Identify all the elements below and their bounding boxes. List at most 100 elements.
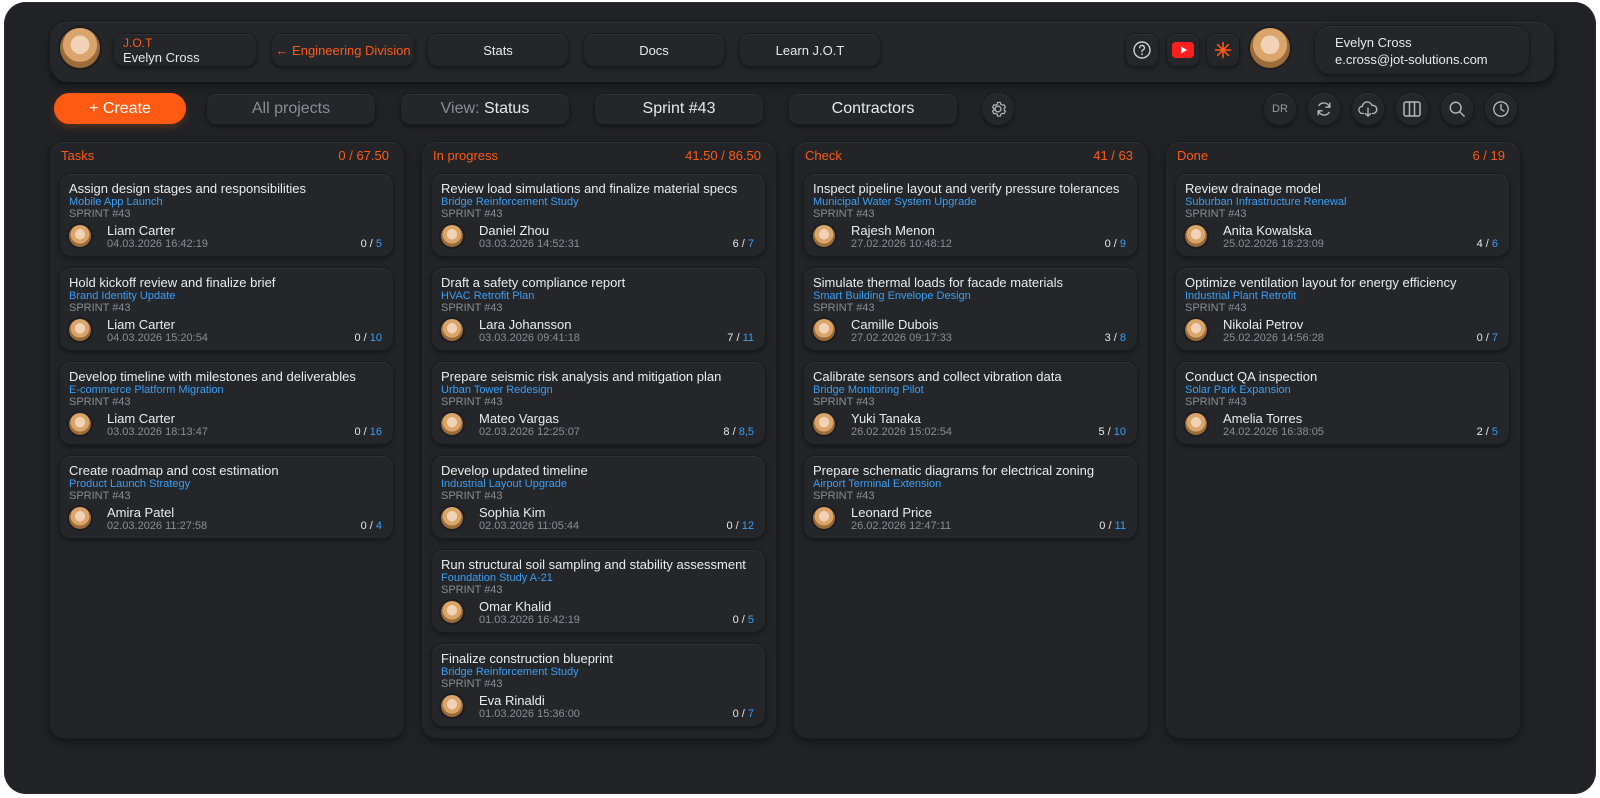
- brand-switcher[interactable]: J.O.T Evelyn Cross: [114, 34, 256, 66]
- task-project-link[interactable]: Municipal Water System Upgrade: [813, 196, 1137, 208]
- task-card[interactable]: Review drainage model Suburban Infrastruc…: [1176, 174, 1509, 256]
- task-card[interactable]: Inspect pipeline layout and verify press…: [804, 174, 1137, 256]
- assignee-avatar: [1185, 413, 1207, 435]
- task-title: Review drainage model: [1185, 181, 1321, 196]
- profile-avatar[interactable]: [1250, 28, 1290, 68]
- view-selector[interactable]: View: Status: [401, 94, 569, 124]
- task-done-count: 0: [1104, 238, 1111, 250]
- help-icon[interactable]: [1126, 34, 1158, 66]
- task-project-link[interactable]: E-commerce Platform Migration: [69, 384, 393, 396]
- nav-learn[interactable]: Learn J.O.T: [740, 34, 880, 66]
- task-title: Conduct QA inspection: [1185, 369, 1318, 384]
- columns-icon[interactable]: [1396, 93, 1428, 125]
- task-timestamp: 03.03.2026 09:41:18: [479, 332, 580, 344]
- task-timestamp: 26.02.2026 12:47:11: [851, 520, 952, 532]
- task-card[interactable]: Hold kickoff review and finalize brief Br…: [60, 268, 393, 350]
- task-card[interactable]: Create roadmap and cost estimation Produc…: [60, 456, 393, 538]
- task-sprint: SPRINT #43: [813, 490, 875, 502]
- task-card[interactable]: Conduct QA inspection Solar Park Expansio…: [1176, 362, 1509, 444]
- assignee-avatar: [441, 225, 463, 247]
- task-card[interactable]: Simulate thermal loads for facade materi…: [804, 268, 1137, 350]
- task-project-link[interactable]: Suburban Infrastructure Renewal: [1185, 196, 1509, 208]
- view-value: Status: [483, 100, 530, 117]
- assignee-name: Daniel Zhou: [479, 223, 550, 238]
- cloud-download-icon[interactable]: [1352, 93, 1384, 125]
- assignee-avatar: [441, 319, 463, 341]
- task-card[interactable]: Draft a safety compliance report HVAC Ret…: [432, 268, 765, 350]
- task-project-link[interactable]: Airport Terminal Extension: [813, 478, 1137, 490]
- user-initials[interactable]: DR: [1264, 93, 1296, 125]
- projects-filter[interactable]: All projects: [207, 94, 375, 124]
- task-project-link[interactable]: Urban Tower Redesign: [441, 384, 765, 396]
- assignee-name: Omar Khalid: [479, 599, 552, 614]
- task-card[interactable]: Calibrate sensors and collect vibration …: [804, 362, 1137, 444]
- task-project-link[interactable]: HVAC Retrofit Plan: [441, 290, 765, 302]
- task-project-link[interactable]: Bridge Monitoring Pilot: [813, 384, 1137, 396]
- contractors-button[interactable]: Contractors: [789, 94, 957, 124]
- gear-icon[interactable]: [982, 93, 1014, 125]
- task-card[interactable]: Prepare seismic risk analysis and mitiga…: [432, 362, 765, 444]
- task-progress: 0 / 5: [360, 238, 382, 250]
- task-card[interactable]: Optimize ventilation layout for energy e…: [1176, 268, 1509, 350]
- task-progress: 2 / 5: [1476, 426, 1498, 438]
- task-progress: 7 / 11: [727, 332, 754, 344]
- youtube-icon[interactable]: [1167, 34, 1199, 66]
- task-card[interactable]: Assign design stages and responsibilitie…: [60, 174, 393, 256]
- nav-docs[interactable]: Docs: [584, 34, 724, 66]
- task-total-count: 10: [1113, 426, 1126, 438]
- task-card[interactable]: Develop timeline with milestones and del…: [60, 362, 393, 444]
- task-project-link[interactable]: Industrial Layout Upgrade: [441, 478, 765, 490]
- task-card[interactable]: Prepare schematic diagrams for electrica…: [804, 456, 1137, 538]
- profile-name: Evelyn Cross: [1335, 35, 1412, 50]
- create-button[interactable]: + Create: [54, 93, 186, 124]
- nav-stats[interactable]: Stats: [428, 34, 568, 66]
- clock-icon[interactable]: [1485, 93, 1517, 125]
- task-project-link[interactable]: Brand Identity Update: [69, 290, 393, 302]
- task-progress: 0 / 9: [1104, 238, 1126, 250]
- task-progress: 0 / 7: [732, 708, 754, 720]
- task-card[interactable]: Run structural soil sampling and stabili…: [432, 550, 765, 632]
- search-icon[interactable]: [1441, 93, 1473, 125]
- assignee-avatar: [813, 413, 835, 435]
- task-total-count: 7: [747, 238, 754, 250]
- task-project-link[interactable]: Smart Building Envelope Design: [813, 290, 1137, 302]
- task-total-count: 8: [1119, 332, 1126, 344]
- division-link[interactable]: ← Engineering Division: [272, 34, 414, 66]
- assignee-name: Liam Carter: [107, 411, 175, 426]
- task-timestamp: 01.03.2026 16:42:19: [479, 614, 580, 626]
- task-project-link[interactable]: Bridge Reinforcement Study: [441, 666, 765, 678]
- task-project-link[interactable]: Solar Park Expansion: [1185, 384, 1509, 396]
- task-title: Assign design stages and responsibilitie…: [69, 181, 307, 196]
- column-header: In progress 41.50 / 86.50: [433, 148, 761, 164]
- task-card[interactable]: Develop updated timeline Industrial Layou…: [432, 456, 765, 538]
- task-sprint: SPRINT #43: [69, 490, 131, 502]
- task-project-link[interactable]: Bridge Reinforcement Study: [441, 196, 765, 208]
- task-project-link[interactable]: Product Launch Strategy: [69, 478, 393, 490]
- profile-card[interactable]: Evelyn Cross e.cross@jot-solutions.com: [1315, 26, 1529, 74]
- task-title: Prepare schematic diagrams for electrica…: [813, 463, 1095, 478]
- column-done: Done 6 / 19 Review drainage model Suburban …: [1166, 142, 1520, 738]
- task-sprint: SPRINT #43: [441, 396, 503, 408]
- task-project-link[interactable]: Industrial Plant Retrofit: [1185, 290, 1509, 302]
- app-window: J.O.T Evelyn Cross ← Engineering Divisio…: [4, 2, 1596, 794]
- task-card[interactable]: Review load simulations and finalize mat…: [432, 174, 765, 256]
- task-timestamp: 01.03.2026 15:36:00: [479, 708, 580, 720]
- task-done-count: 6: [732, 238, 739, 250]
- task-sprint: SPRINT #43: [1185, 208, 1247, 220]
- profile-email: e.cross@jot-solutions.com: [1335, 52, 1488, 67]
- task-card[interactable]: Finalize construction blueprint Bridge Re…: [432, 644, 765, 726]
- task-done-count: 0: [360, 238, 367, 250]
- task-timestamp: 03.03.2026 18:13:47: [107, 426, 208, 438]
- task-progress: 6 / 7: [732, 238, 754, 250]
- sparkle-icon[interactable]: [1207, 34, 1239, 66]
- app-avatar[interactable]: [60, 28, 100, 68]
- task-done-count: 0: [1099, 520, 1106, 532]
- refresh-icon[interactable]: [1308, 93, 1340, 125]
- task-project-link[interactable]: Foundation Study A-21: [441, 572, 765, 584]
- task-total-count: 4: [375, 520, 382, 532]
- sprint-selector[interactable]: Sprint #43: [595, 94, 763, 124]
- task-progress: 8 / 8,5: [723, 426, 754, 438]
- column-title: In progress: [433, 148, 499, 163]
- task-total-count: 9: [1119, 238, 1126, 250]
- task-project-link[interactable]: Mobile App Launch: [69, 196, 393, 208]
